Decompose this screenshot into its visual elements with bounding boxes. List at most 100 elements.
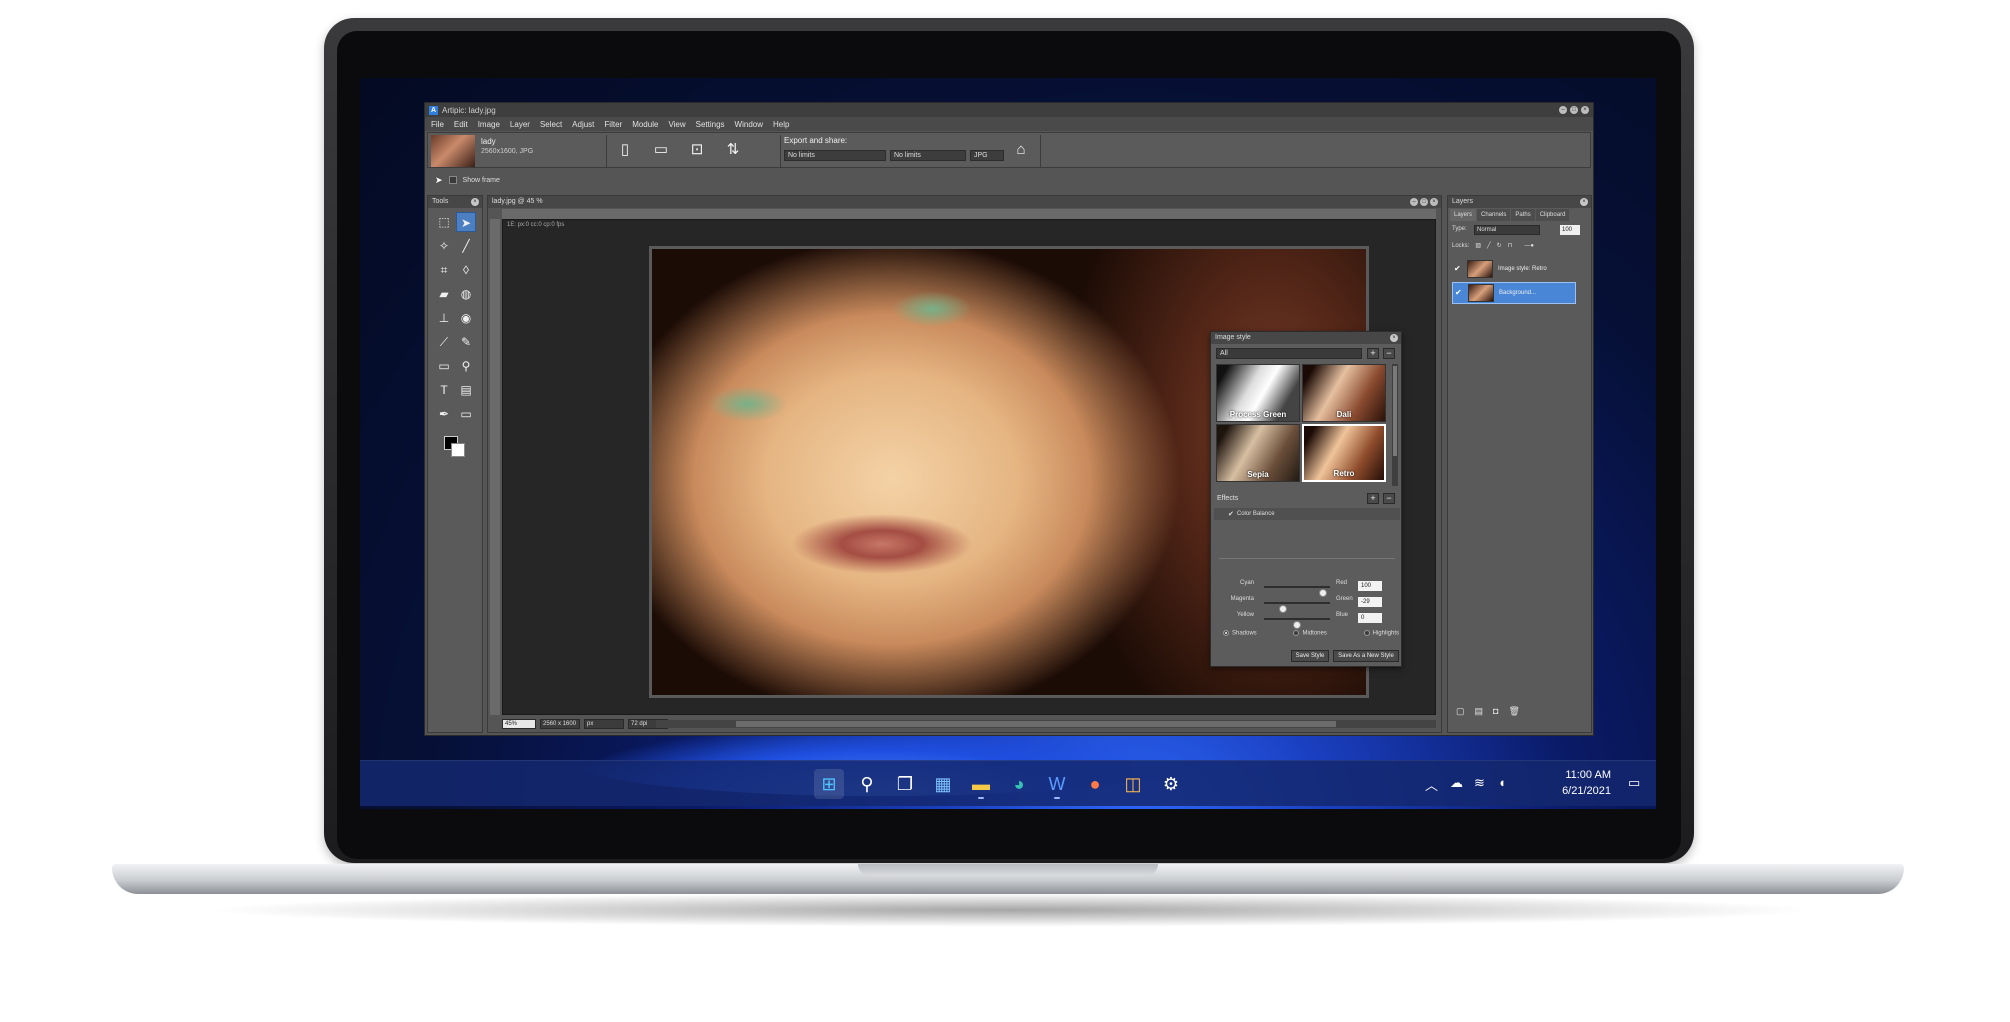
- menu-adjust[interactable]: Adjust: [572, 120, 594, 129]
- menu-filter[interactable]: Filter: [604, 120, 622, 129]
- share-icon[interactable]: ⌂: [1010, 141, 1032, 159]
- wifi-icon[interactable]: ≋: [1474, 775, 1485, 791]
- radio-shadows[interactable]: Shadows: [1223, 630, 1257, 640]
- slider-track[interactable]: [1264, 602, 1330, 613]
- remove-effect-button[interactable]: −: [1383, 493, 1395, 504]
- task-view-icon[interactable]: ❐: [890, 769, 920, 799]
- layer-row[interactable]: ✔ Background...: [1452, 282, 1576, 304]
- style-thumb-retro[interactable]: Retro: [1302, 424, 1386, 482]
- move-arrow-icon[interactable]: ➤: [456, 212, 476, 232]
- rect-select-icon[interactable]: ⬚: [434, 212, 454, 232]
- stamp-icon[interactable]: ⊥: [434, 308, 454, 328]
- lock-transparency-icon[interactable]: ▧: [1475, 242, 1481, 249]
- chevron-up-icon[interactable]: ︿: [1425, 775, 1438, 794]
- drop-icon[interactable]: ◊: [456, 260, 476, 280]
- tab-paths[interactable]: Paths: [1511, 209, 1535, 221]
- save-style-button[interactable]: Save Style: [1291, 650, 1329, 662]
- mask-icon[interactable]: ◘: [1493, 706, 1498, 717]
- pen-tool-icon[interactable]: ✒: [434, 404, 454, 424]
- new-layer-icon[interactable]: ▤: [1475, 706, 1484, 717]
- title-bar[interactable]: A Artipic: lady.jpg – □ ×: [425, 103, 1593, 117]
- brush-icon[interactable]: ╱: [456, 236, 476, 256]
- unit-select[interactable]: px: [584, 719, 624, 729]
- close-icon[interactable]: ×: [1390, 334, 1398, 342]
- size-limit-select-2[interactable]: No limits: [890, 150, 966, 161]
- close-icon[interactable]: ×: [471, 198, 479, 206]
- powerpoint-icon[interactable]: ●: [1080, 769, 1110, 799]
- color-picker-icon[interactable]: ◍: [456, 284, 476, 304]
- slider-value-field[interactable]: 100: [1358, 581, 1382, 591]
- clock-time[interactable]: 11:00 AM: [1555, 769, 1611, 781]
- edge-icon[interactable]: ◕: [1004, 769, 1034, 799]
- opacity-slider[interactable]: —●: [1524, 243, 1534, 249]
- new-group-icon[interactable]: ▢: [1456, 706, 1465, 717]
- steam-icon[interactable]: ⚙: [1156, 769, 1186, 799]
- check-icon[interactable]: ✔: [1228, 510, 1234, 518]
- notification-icon[interactable]: ▭: [1628, 775, 1640, 791]
- magic-wand-icon[interactable]: ✧: [434, 236, 454, 256]
- cloud-icon[interactable]: ☁: [1450, 775, 1463, 791]
- menu-layer[interactable]: Layer: [510, 120, 530, 129]
- new-document-icon[interactable]: ▯: [614, 141, 636, 159]
- close-icon[interactable]: ×: [1580, 198, 1588, 206]
- slider-track[interactable]: [1264, 586, 1330, 597]
- slider-knob[interactable]: [1293, 621, 1301, 629]
- search-icon[interactable]: ⚲: [852, 769, 882, 799]
- close-button[interactable]: ×: [1581, 106, 1589, 114]
- eye-icon[interactable]: ◉: [456, 308, 476, 328]
- menu-module[interactable]: Module: [632, 120, 658, 129]
- eraser-icon[interactable]: ▰: [434, 284, 454, 304]
- lock-paint-icon[interactable]: ╱: [1487, 242, 1491, 249]
- save-new-style-button[interactable]: Save As a New Style: [1333, 650, 1399, 662]
- slider-value-field[interactable]: -29: [1358, 597, 1382, 607]
- size-limit-select-1[interactable]: No limits: [784, 150, 886, 161]
- layer-row[interactable]: ✔ Image style: Retro: [1452, 258, 1576, 280]
- maximize-button[interactable]: □: [1420, 198, 1428, 206]
- horizontal-scrollbar[interactable]: [656, 720, 1436, 728]
- style-thumb-process-green[interactable]: Process Green: [1216, 364, 1300, 422]
- menu-help[interactable]: Help: [773, 120, 789, 129]
- show-frame-checkbox[interactable]: [448, 176, 457, 184]
- volume-icon[interactable]: ◖: [1498, 775, 1506, 790]
- store-icon[interactable]: ◫: [1118, 769, 1148, 799]
- zoom-icon[interactable]: ⚲: [456, 356, 476, 376]
- menu-window[interactable]: Window: [735, 120, 763, 129]
- word-icon[interactable]: W: [1042, 769, 1072, 799]
- radio-button[interactable]: [1293, 630, 1300, 636]
- shape-icon[interactable]: ▭: [456, 404, 476, 424]
- clock-date[interactable]: 6/21/2021: [1555, 785, 1611, 797]
- crop-icon[interactable]: ⌗: [434, 260, 454, 280]
- menu-select[interactable]: Select: [540, 120, 562, 129]
- start-icon[interactable]: ⊞: [814, 769, 844, 799]
- scrollbar-thumb[interactable]: [1393, 366, 1397, 456]
- menu-view[interactable]: View: [668, 120, 685, 129]
- scrollbar-thumb[interactable]: [736, 721, 1336, 727]
- file-explorer-icon[interactable]: ▬: [966, 769, 996, 799]
- style-grid-scrollbar[interactable]: [1392, 364, 1398, 486]
- lock-move-icon[interactable]: ↻: [1497, 242, 1502, 249]
- pen-icon[interactable]: ✎: [456, 332, 476, 352]
- add-effect-button[interactable]: +: [1367, 493, 1379, 504]
- text-icon[interactable]: T: [434, 380, 454, 400]
- menu-image[interactable]: Image: [478, 120, 500, 129]
- style-thumb-sepia[interactable]: Sepia: [1216, 424, 1300, 482]
- document-tab[interactable]: lady.jpg @ 45 % – □ ×: [488, 196, 1441, 208]
- menu-edit[interactable]: Edit: [454, 120, 468, 129]
- radio-button[interactable]: [1363, 630, 1370, 636]
- add-style-button[interactable]: +: [1367, 348, 1379, 359]
- open-folder-icon[interactable]: ▭: [650, 141, 672, 159]
- opacity-field[interactable]: 100: [1560, 225, 1580, 235]
- document-thumbnail[interactable]: [431, 135, 475, 167]
- fill-icon[interactable]: ▤: [456, 380, 476, 400]
- background-color-swatch[interactable]: [451, 443, 465, 457]
- menu-settings[interactable]: Settings: [696, 120, 725, 129]
- style-filter-select[interactable]: All: [1216, 348, 1362, 359]
- radio-highlights[interactable]: Highlights: [1363, 630, 1399, 640]
- format-select[interactable]: JPG: [970, 150, 1004, 161]
- gradient-icon[interactable]: ▭: [434, 356, 454, 376]
- lock-all-icon[interactable]: ⊓: [1508, 242, 1513, 249]
- zoom-field[interactable]: 45%: [502, 719, 536, 729]
- trash-icon[interactable]: 🗑: [1508, 706, 1519, 717]
- style-thumb-dali[interactable]: Dali: [1302, 364, 1386, 422]
- visibility-check-icon[interactable]: ✔: [1455, 289, 1463, 297]
